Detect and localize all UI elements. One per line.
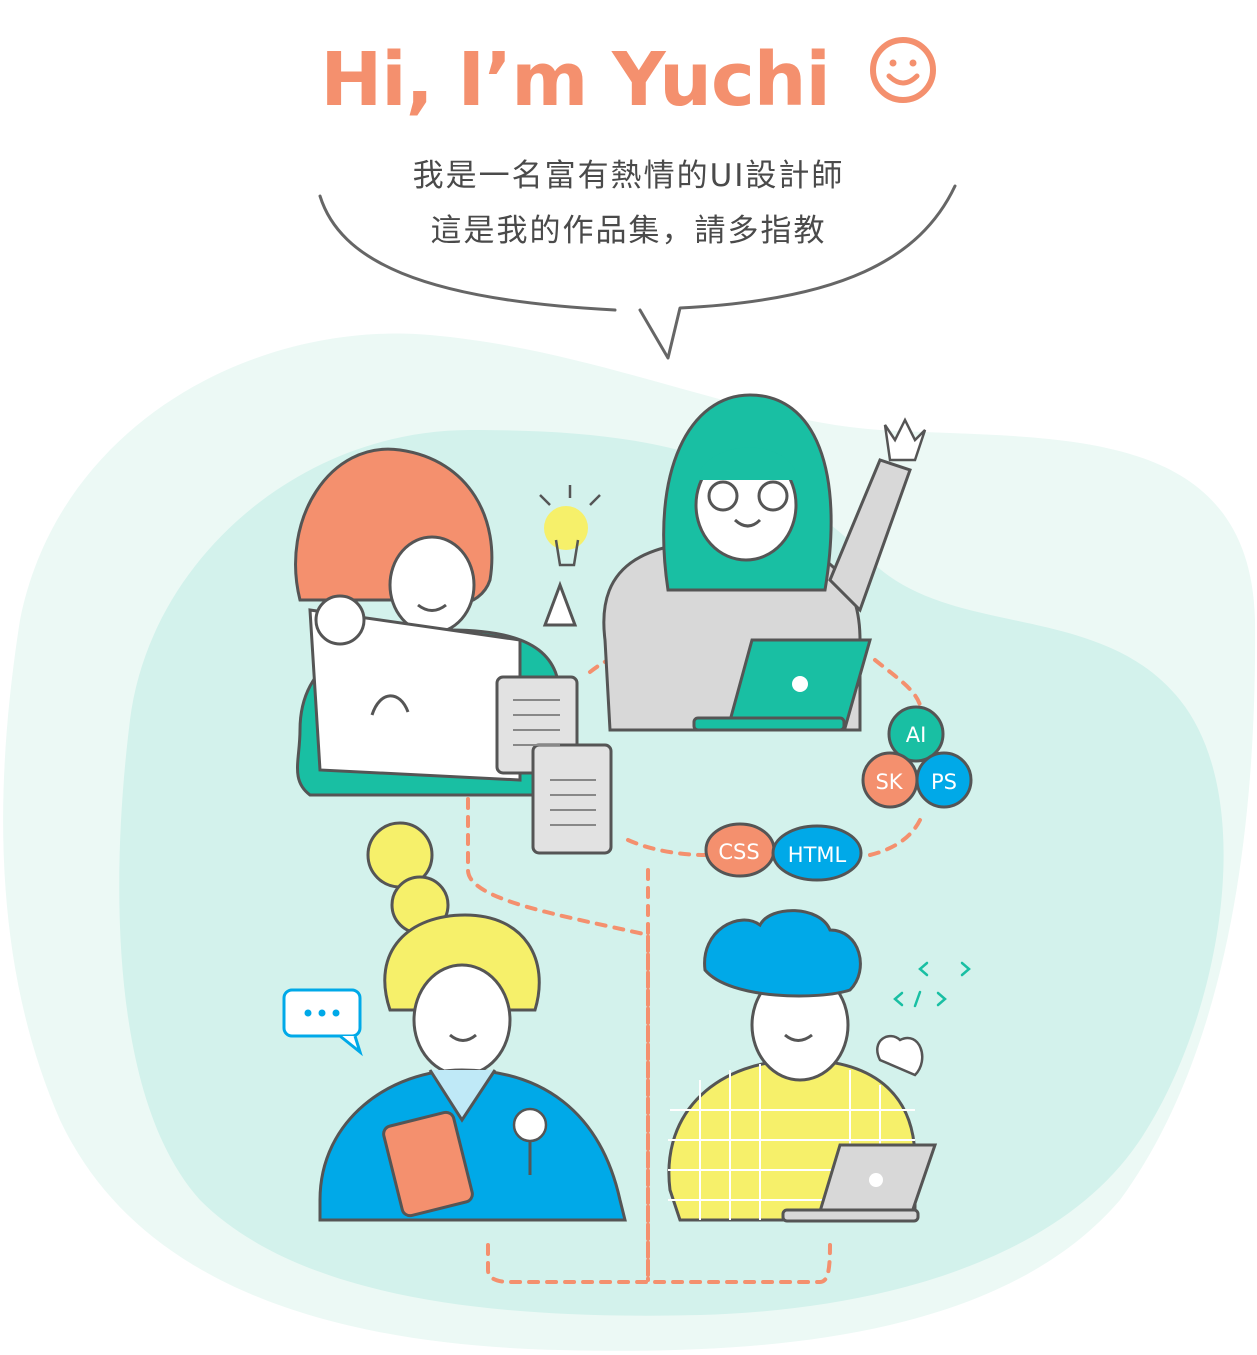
- speech-bubble-outline: [318, 184, 957, 360]
- team-illustration: AI SK PS CSS HTML: [3, 184, 1256, 1351]
- skill-label-html: HTML: [788, 843, 847, 867]
- skill-label-ps: PS: [931, 770, 957, 794]
- skill-label-css: CSS: [718, 840, 759, 864]
- skill-label-ai: AI: [906, 723, 927, 747]
- skill-label-sk: SK: [875, 770, 903, 794]
